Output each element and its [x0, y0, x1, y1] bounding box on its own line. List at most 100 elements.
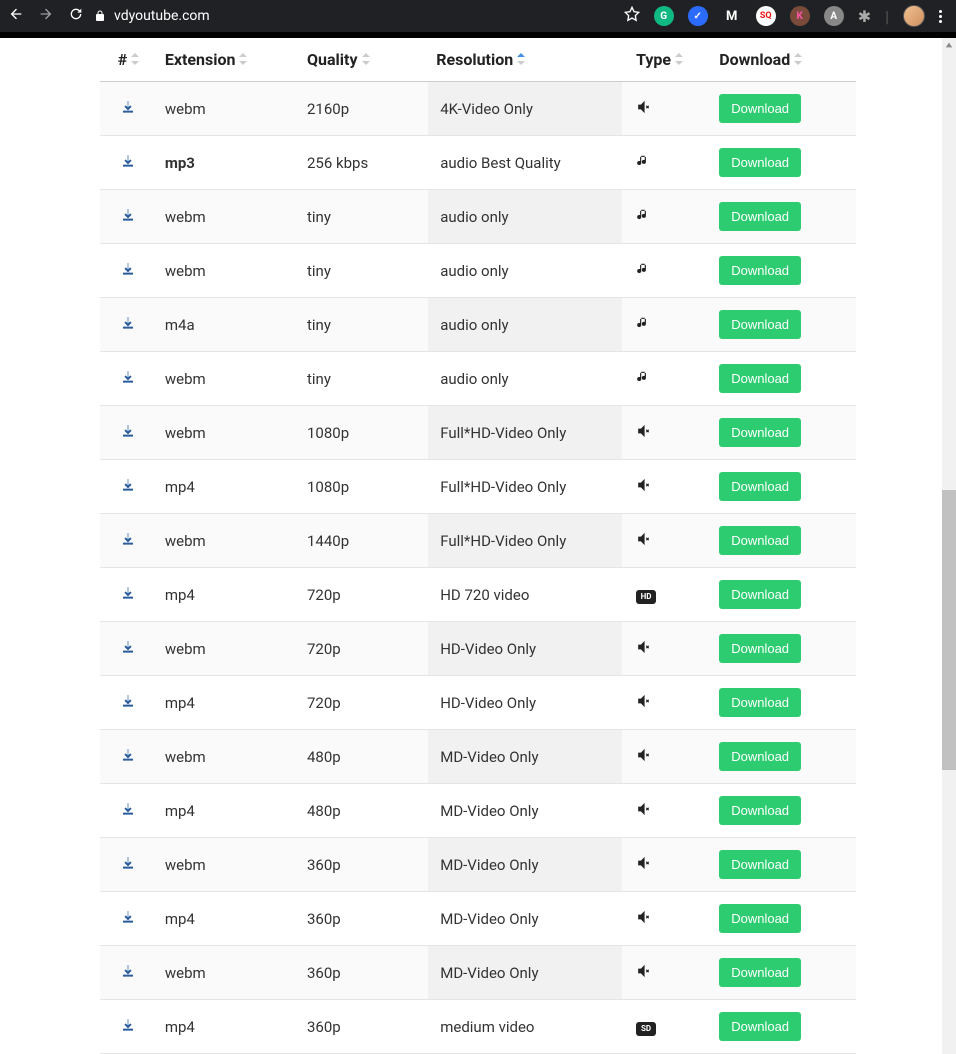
header-quality[interactable]: Quality [299, 38, 428, 82]
download-button[interactable]: Download [719, 256, 801, 285]
download-button[interactable]: Download [719, 904, 801, 933]
ext-icon-check[interactable]: ✓ [688, 6, 708, 26]
download-icon[interactable] [120, 371, 136, 389]
download-icon[interactable] [120, 1019, 136, 1037]
type-icon [622, 82, 711, 136]
table-row: webm1080pFull*HD-Video Only Download [100, 406, 856, 460]
ext-icon-a[interactable]: A [824, 6, 844, 26]
ext-icon-k[interactable]: K [790, 6, 810, 26]
download-button[interactable]: Download [719, 850, 801, 879]
table-row: mp4720pHD-Video OnlyDownload [100, 676, 856, 730]
download-icon[interactable] [120, 209, 136, 227]
table-row: mp41080pFull*HD-Video OnlyDownload [100, 460, 856, 514]
download-icon[interactable] [120, 641, 136, 659]
download-icon[interactable] [120, 533, 136, 551]
resolution-cell: medium video [428, 1000, 622, 1054]
ext-icon-grammarly[interactable]: G [654, 6, 674, 26]
browser-menu-button[interactable] [939, 10, 942, 23]
download-icon[interactable] [120, 749, 136, 767]
extension-cell: webm [157, 838, 299, 892]
header-resolution[interactable]: Resolution [428, 38, 622, 82]
download-button[interactable]: Download [719, 364, 801, 393]
download-button[interactable]: Download [719, 418, 801, 447]
quality-cell: 1440p [299, 514, 428, 568]
table-row: mp3256 kbpsaudio Best QualityDownload [100, 136, 856, 190]
table-row: webm360pMD-Video OnlyDownload [100, 946, 856, 1000]
download-button[interactable]: Download [719, 310, 801, 339]
vertical-scrollbar[interactable] [942, 38, 956, 1054]
resolution-cell: 4K-Video Only [428, 82, 622, 136]
download-icon[interactable] [120, 857, 136, 875]
table-row: mp4360pmedium videoSDDownload [100, 1000, 856, 1054]
download-icon[interactable] [120, 911, 136, 929]
download-icon[interactable] [120, 317, 136, 335]
resolution-cell: HD-Video Only [428, 676, 622, 730]
extension-cell: webm [157, 622, 299, 676]
quality-cell: 360p [299, 838, 428, 892]
download-button[interactable]: Download [719, 580, 801, 609]
download-button[interactable]: Download [719, 958, 801, 987]
back-button[interactable] [8, 6, 24, 26]
type-icon [622, 298, 711, 352]
browser-toolbar: vdyoutube.com G ✓ M SQ K A ✱ | [0, 0, 956, 32]
type-icon [622, 136, 711, 190]
bookmark-star-icon[interactable] [624, 6, 640, 26]
reload-button[interactable] [68, 6, 84, 26]
download-button[interactable]: Download [719, 688, 801, 717]
download-icon[interactable] [120, 587, 136, 605]
resolution-cell: MD-Video Only [428, 730, 622, 784]
quality-cell: 720p [299, 676, 428, 730]
profile-avatar[interactable] [903, 5, 925, 27]
resolution-cell: MD-Video Only [428, 946, 622, 1000]
download-icon[interactable] [120, 155, 136, 173]
type-icon [622, 622, 711, 676]
quality-cell: tiny [299, 352, 428, 406]
download-button[interactable]: Download [719, 1012, 801, 1041]
download-icon[interactable] [120, 425, 136, 443]
header-type[interactable]: Type [622, 38, 711, 82]
download-button[interactable]: Download [719, 796, 801, 825]
forward-button[interactable] [38, 6, 54, 26]
download-icon[interactable] [120, 965, 136, 983]
download-button[interactable]: Download [719, 202, 801, 231]
resolution-cell: Full*HD-Video Only [428, 406, 622, 460]
download-icon[interactable] [120, 695, 136, 713]
ext-icon-asterisk[interactable]: ✱ [858, 7, 871, 26]
scrollbar-thumb[interactable] [942, 490, 956, 770]
url-text[interactable]: vdyoutube.com [114, 8, 210, 24]
ext-icon-mail[interactable]: M [722, 6, 742, 26]
download-button[interactable]: Download [719, 526, 801, 555]
downloads-table: # Extension Quality Resolution Type Down… [100, 38, 856, 1054]
page-content: # Extension Quality Resolution Type Down… [0, 38, 956, 1054]
resolution-cell: audio only [428, 190, 622, 244]
table-row: webmtinyaudio onlyDownload [100, 190, 856, 244]
header-download[interactable]: Download [711, 38, 856, 82]
download-button[interactable]: Download [719, 634, 801, 663]
extension-cell: mp4 [157, 460, 299, 514]
quality-cell: 1080p [299, 406, 428, 460]
type-icon [622, 784, 711, 838]
extension-cell: webm [157, 406, 299, 460]
download-button[interactable]: Download [719, 472, 801, 501]
type-icon [622, 730, 711, 784]
quality-cell: tiny [299, 298, 428, 352]
extension-cell: webm [157, 244, 299, 298]
download-icon[interactable] [120, 803, 136, 821]
extension-cell: webm [157, 946, 299, 1000]
extension-cell: webm [157, 352, 299, 406]
download-button[interactable]: Download [719, 742, 801, 771]
extension-cell: mp4 [157, 784, 299, 838]
ext-icon-sq[interactable]: SQ [756, 6, 776, 26]
header-extension[interactable]: Extension [157, 38, 299, 82]
type-icon: SD [622, 1000, 711, 1054]
download-button[interactable]: Download [719, 148, 801, 177]
download-icon[interactable] [120, 263, 136, 281]
download-icon[interactable] [120, 479, 136, 497]
table-row: m4atinyaudio onlyDownload [100, 298, 856, 352]
table-row: webmtinyaudio onlyDownload [100, 352, 856, 406]
download-button[interactable]: Download [719, 94, 801, 123]
type-icon [622, 190, 711, 244]
header-hash[interactable]: # [100, 38, 157, 82]
type-icon [622, 244, 711, 298]
download-icon[interactable] [120, 101, 136, 119]
